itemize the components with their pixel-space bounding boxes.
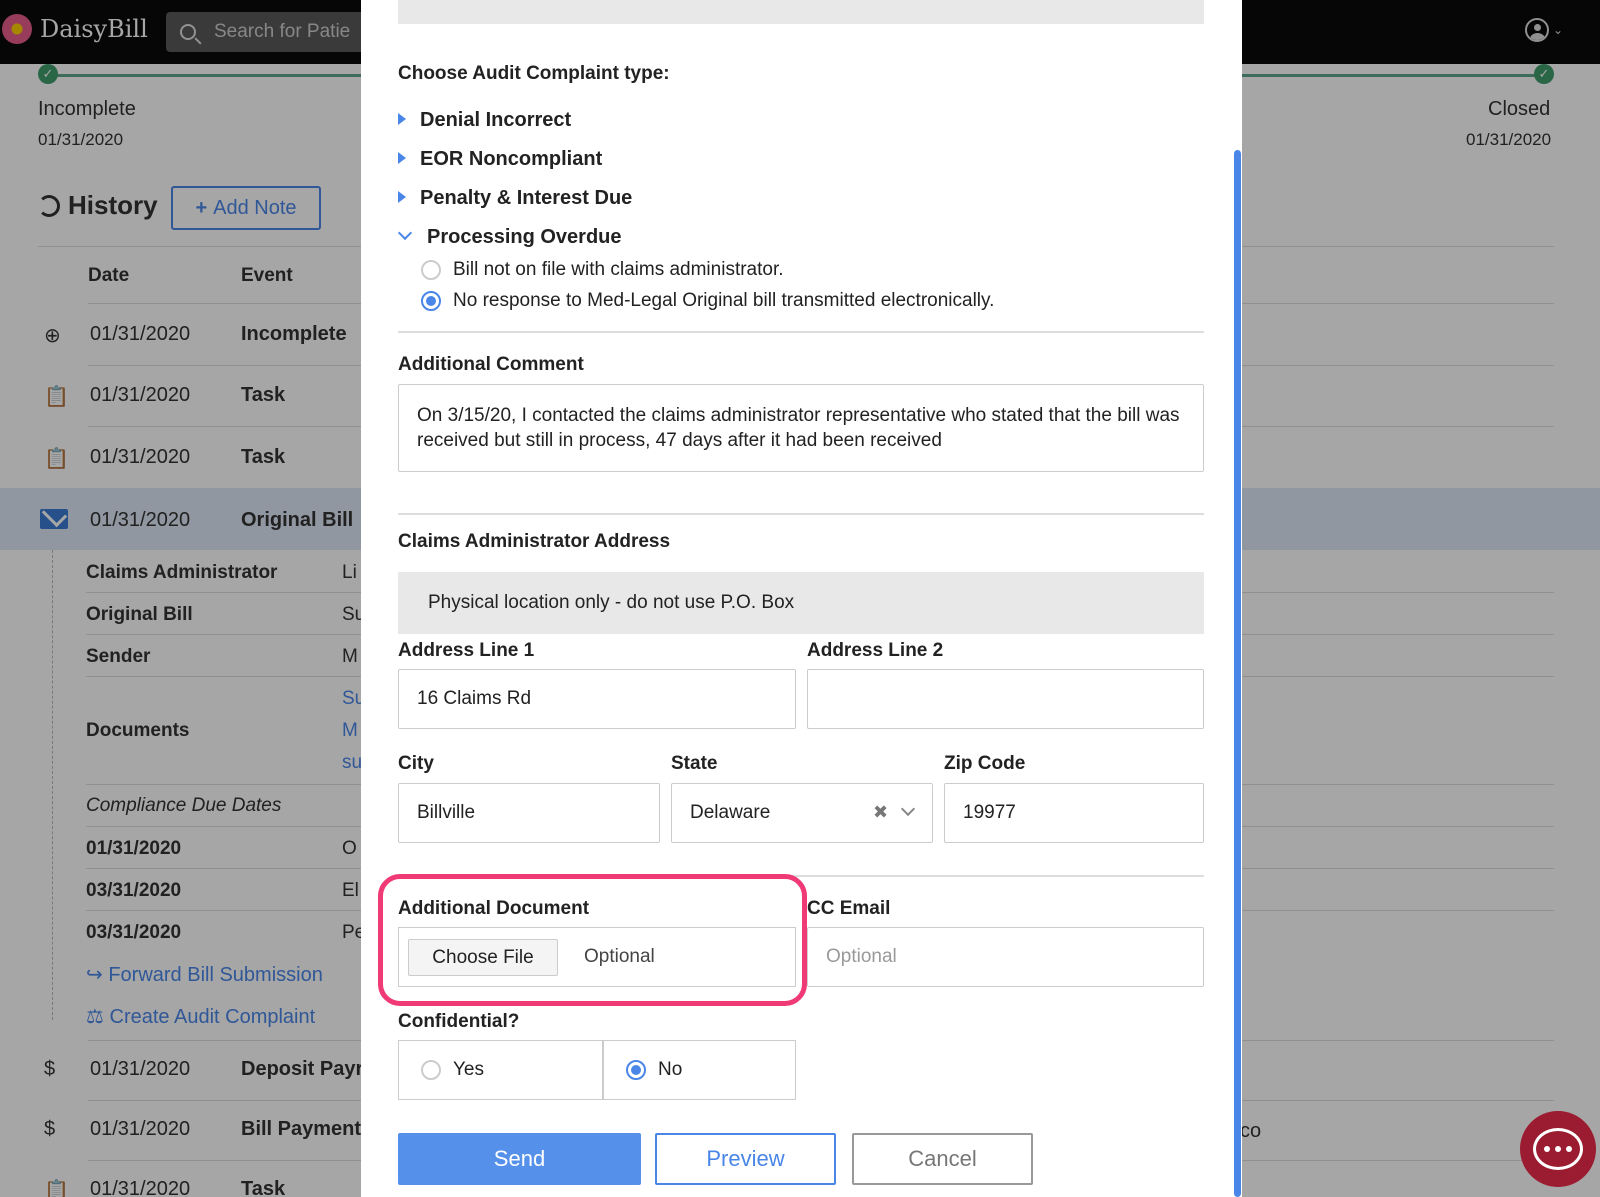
radio-label: No bbox=[658, 1059, 683, 1080]
claims-administrator-address-label: Claims Administrator Address bbox=[398, 531, 671, 552]
address-line2-input[interactable] bbox=[807, 669, 1204, 729]
section-divider bbox=[398, 331, 1204, 333]
radio-circle[interactable] bbox=[421, 260, 441, 280]
modal-scrollbar[interactable] bbox=[1234, 150, 1241, 1197]
radio-label: No response to Med-Legal Original bill t… bbox=[453, 290, 995, 311]
section-divider bbox=[398, 513, 1204, 515]
radio-circle-selected[interactable] bbox=[626, 1060, 646, 1080]
additional-comment-textarea[interactable] bbox=[398, 384, 1204, 472]
address-line1-label: Address Line 1 bbox=[398, 640, 535, 661]
caret-right-icon bbox=[398, 152, 406, 164]
confidential-no-option[interactable]: No bbox=[603, 1040, 796, 1100]
caret-right-icon bbox=[398, 113, 406, 125]
confidential-label: Confidential? bbox=[398, 1011, 520, 1032]
state-select[interactable]: Delaware bbox=[671, 783, 933, 843]
accordion-denial-incorrect[interactable]: Denial Incorrect bbox=[420, 109, 571, 132]
radio-label: Bill not on file with claims administrat… bbox=[453, 259, 784, 280]
radio-label: Yes bbox=[453, 1059, 484, 1080]
caret-right-icon bbox=[398, 191, 406, 203]
zip-code-input[interactable]: 19977 bbox=[944, 783, 1204, 843]
city-label: City bbox=[398, 753, 434, 774]
accordion-penalty-interest-due[interactable]: Penalty & Interest Due bbox=[420, 187, 632, 210]
additional-comment-label: Additional Comment bbox=[398, 354, 584, 375]
highlight-annotation-ring bbox=[378, 874, 807, 1006]
city-input[interactable]: Billville bbox=[398, 783, 660, 843]
accordion-eor-noncompliant[interactable]: EOR Noncompliant bbox=[420, 148, 602, 171]
accordion-processing-overdue[interactable]: Processing Overdue bbox=[427, 226, 622, 249]
send-button[interactable]: Send bbox=[398, 1133, 641, 1185]
address-note: Physical location only - do not use P.O.… bbox=[398, 572, 1204, 634]
chat-launcher-button[interactable] bbox=[1520, 1111, 1596, 1187]
cc-email-input[interactable] bbox=[807, 927, 1204, 987]
address-line2-label: Address Line 2 bbox=[807, 640, 944, 661]
state-label: State bbox=[671, 753, 718, 774]
zip-code-label: Zip Code bbox=[944, 753, 1026, 774]
confidential-yes-option[interactable]: Yes bbox=[398, 1040, 603, 1100]
clear-x-icon[interactable]: ✖ bbox=[873, 802, 888, 823]
radio-no-response-med-legal[interactable]: No response to Med-Legal Original bill t… bbox=[421, 290, 994, 312]
cancel-button[interactable]: Cancel bbox=[852, 1133, 1033, 1185]
cc-email-label: CC Email bbox=[807, 898, 891, 919]
preview-button[interactable]: Preview bbox=[655, 1133, 836, 1185]
radio-circle[interactable] bbox=[421, 1060, 441, 1080]
complaint-type-label: Choose Audit Complaint type: bbox=[398, 63, 670, 84]
address-line1-input[interactable]: 16 Claims Rd bbox=[398, 669, 796, 729]
radio-bill-not-on-file[interactable]: Bill not on file with claims administrat… bbox=[421, 259, 784, 281]
modal-top-panel bbox=[398, 0, 1204, 24]
chat-bubble-icon bbox=[1533, 1128, 1583, 1170]
radio-circle-selected[interactable] bbox=[421, 291, 441, 311]
